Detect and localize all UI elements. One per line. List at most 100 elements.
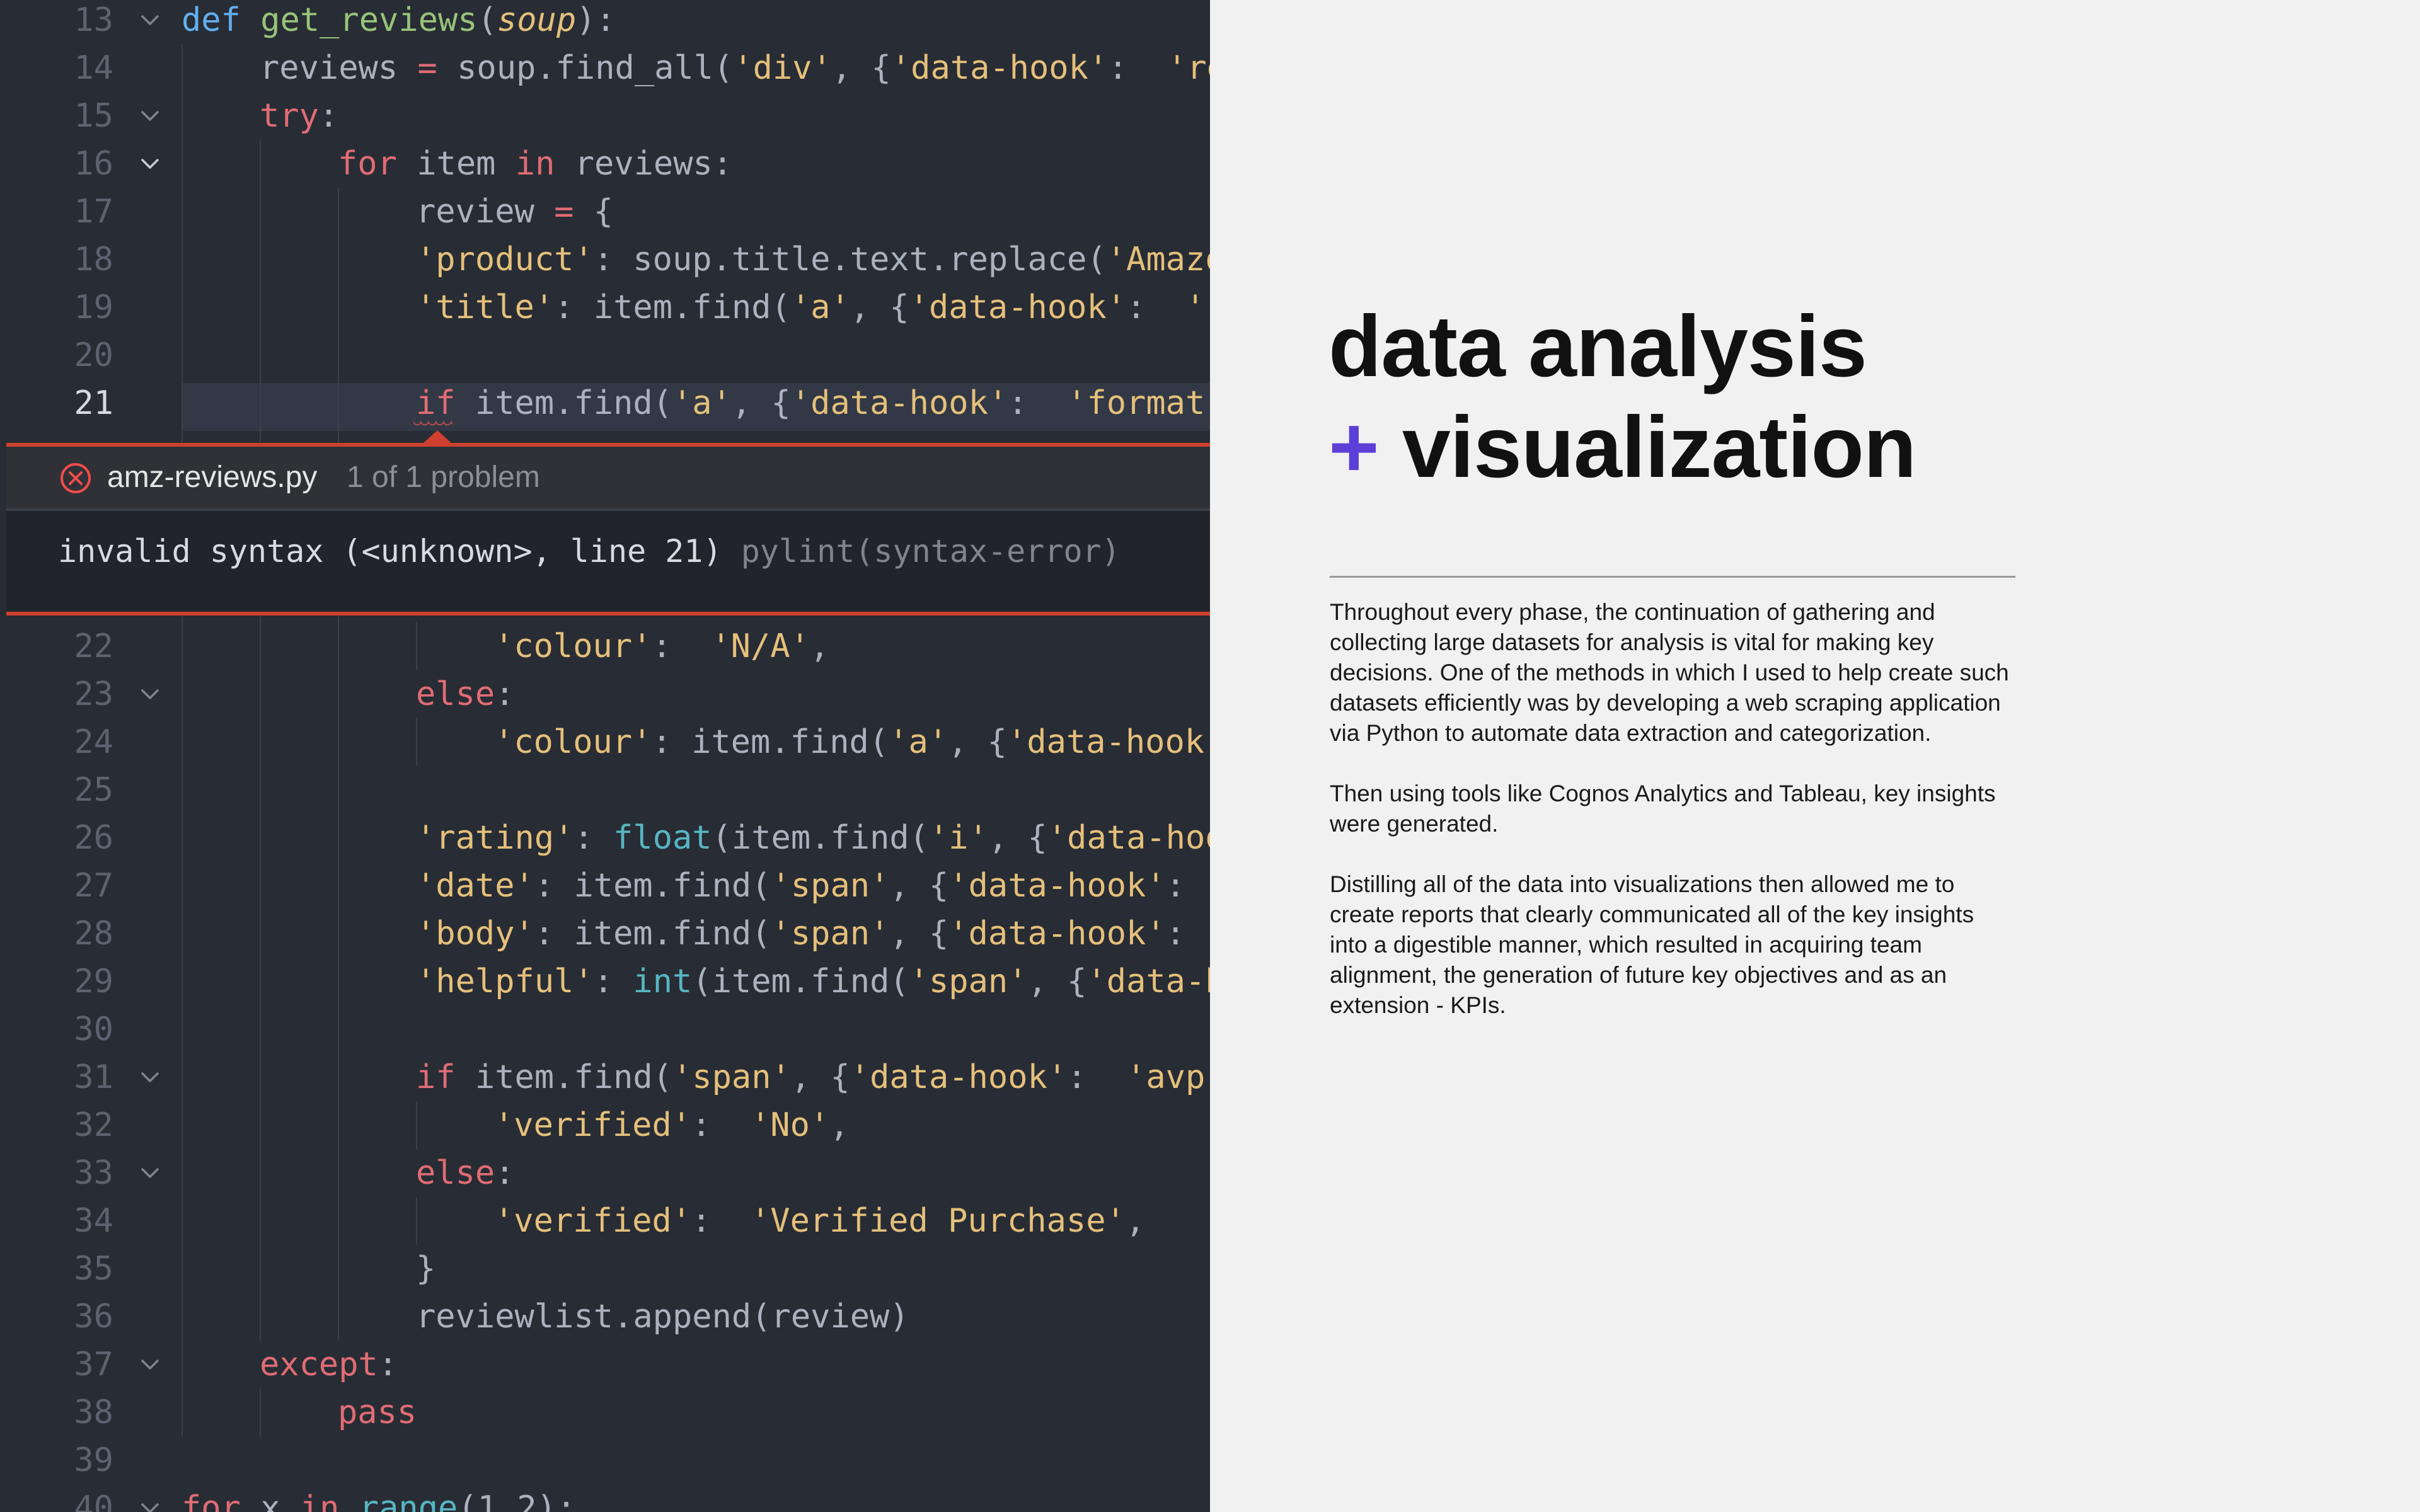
line-number: 30 <box>74 1011 113 1048</box>
chevron-down-icon[interactable] <box>137 151 163 176</box>
code-line[interactable]: 27 'date': item.find('span', {'data-hook'… <box>0 862 1210 910</box>
code-line[interactable]: 35} <box>0 1245 1210 1293</box>
chevron-down-icon[interactable] <box>137 1496 163 1512</box>
line-number: 21 <box>74 384 113 422</box>
code-line[interactable]: 17 review = { <box>0 188 1210 236</box>
code-text: 'title': item.find('a', {'data-hook': 'r… <box>416 289 1210 326</box>
line-number: 14 <box>74 49 113 87</box>
paragraph-1: Throughout every phase, the continuation… <box>1330 599 2009 746</box>
peek-header: amz-reviews.py 1 of 1 problem <box>6 447 1210 511</box>
code-line[interactable]: 24 'colour': item.find('a', {'data-hook' <box>0 718 1210 766</box>
code-text: for x in range(1,2): <box>182 1489 577 1512</box>
paragraph-2: Then using tools like Cognos Analytics a… <box>1330 781 1996 837</box>
line-number: 15 <box>74 97 113 135</box>
description-panel: data analysis + visualization Throughout… <box>1210 0 2420 1512</box>
chevron-down-icon[interactable] <box>137 103 163 129</box>
line-number: 35 <box>74 1250 113 1288</box>
code-text: } <box>416 1250 436 1288</box>
code-line[interactable]: 40 for x in range(1,2): <box>0 1484 1210 1512</box>
code-line[interactable]: 36 reviewlist.append(review) <box>0 1293 1210 1341</box>
chevron-down-icon[interactable] <box>137 1065 163 1090</box>
chevron-down-icon[interactable] <box>137 682 163 707</box>
code-line[interactable]: 32 'verified': 'No', <box>0 1101 1210 1149</box>
paragraph-3: Distilling all of the data into visualiz… <box>1330 871 1974 1018</box>
page-title: data analysis + visualization <box>1328 296 2148 498</box>
code-line[interactable]: 16 for item in reviews: <box>0 140 1210 188</box>
divider <box>1330 576 2015 578</box>
code-line[interactable]: 38 pass <box>0 1389 1210 1436</box>
title-line-2-text: visualization <box>1402 399 1916 496</box>
plus-icon: + <box>1328 399 1380 496</box>
code-text: 'body': item.find('span', {'data-hook': … <box>416 915 1185 953</box>
line-number: 17 <box>74 193 113 231</box>
problem-count: 1 of 1 problem <box>347 461 540 494</box>
chevron-down-icon[interactable] <box>137 1160 163 1186</box>
peek-arrow-icon <box>424 430 451 443</box>
line-number: 39 <box>74 1441 113 1479</box>
body-text: Throughout every phase, the continuation… <box>1330 597 2017 1051</box>
line-number: 31 <box>74 1058 113 1096</box>
line-number: 13 <box>74 1 113 39</box>
code-text: for item in reviews: <box>338 145 733 183</box>
code-line[interactable]: 26 'rating': float(item.find('i', {'data-… <box>0 814 1210 862</box>
code-line[interactable]: 21 if item.find('a', {'data-hook': 'forma… <box>0 379 1210 427</box>
code-text: pass <box>338 1394 417 1431</box>
code-line[interactable]: 37 except: <box>0 1341 1210 1389</box>
code-line[interactable]: 13 def get_reviews(soup): <box>0 0 1210 44</box>
code-line[interactable]: 25 <box>0 766 1210 814</box>
code-text: reviewlist.append(review) <box>416 1298 909 1336</box>
line-number: 25 <box>74 771 113 809</box>
code-text: except: <box>260 1346 398 1383</box>
line-number: 16 <box>74 145 113 183</box>
code-line[interactable]: 30 <box>0 1005 1210 1053</box>
code-text: if item.find('a', {'data-hook': 'format-… <box>416 384 1210 422</box>
code-line[interactable]: 19 'title': item.find('a', {'data-hook': … <box>0 284 1210 331</box>
code-line[interactable]: 18 'product': soup.title.text.replace('Am… <box>0 236 1210 284</box>
line-number: 20 <box>74 336 113 374</box>
code-text: else: <box>416 1154 515 1192</box>
code-text: else: <box>416 675 515 713</box>
chevron-down-icon[interactable] <box>137 1352 163 1377</box>
code-text: 'verified': 'Verified Purchase', <box>494 1202 1146 1240</box>
code-line[interactable]: 14 reviews = soup.find_all('div', {'data-… <box>0 44 1210 92</box>
line-number: 28 <box>74 915 113 953</box>
code-text: try: <box>260 97 339 135</box>
line-number: 29 <box>74 963 113 1000</box>
code-editor[interactable]: 13 def get_reviews(soup): 14 reviews = soup… <box>0 0 1210 1512</box>
code-text: if item.find('span', {'data-hook': 'avp-… <box>416 1058 1210 1096</box>
code-line[interactable]: 31 if item.find('span', {'data-hook': 'av… <box>0 1053 1210 1101</box>
line-number: 23 <box>74 675 113 713</box>
code-text: def get_reviews(soup): <box>182 1 616 39</box>
code-line[interactable]: 29 'helpful': int(item.find('span', {'dat… <box>0 958 1210 1005</box>
line-number: 33 <box>74 1154 113 1192</box>
code-line[interactable]: 23 else: <box>0 670 1210 718</box>
code-line[interactable]: 20 <box>0 331 1210 379</box>
line-number: 32 <box>74 1106 113 1144</box>
line-number: 40 <box>74 1489 113 1512</box>
code-text: 'colour': item.find('a', {'data-hook' <box>494 723 1210 761</box>
line-number: 38 <box>74 1394 113 1431</box>
problem-source: pylint(syntax-error) <box>740 533 1121 570</box>
code-text: 'product': soup.title.text.replace('Amaz… <box>416 241 1210 278</box>
code-text: 'colour': 'N/A', <box>494 627 830 665</box>
code-line[interactable]: 15 try: <box>0 92 1210 140</box>
code-line[interactable]: 28 'body': item.find('span', {'data-hook'… <box>0 910 1210 958</box>
code-line[interactable]: 22 'colour': 'N/A', <box>0 622 1210 670</box>
title-line-1: data analysis <box>1328 298 1867 395</box>
code-text: 'date': item.find('span', {'data-hook': … <box>416 867 1185 905</box>
code-line[interactable]: 34 'verified': 'Verified Purchase', <box>0 1197 1210 1245</box>
line-number: 27 <box>74 867 113 905</box>
error-circle-icon <box>59 462 92 495</box>
line-number: 26 <box>74 819 113 857</box>
code-text: 'rating': float(item.find('i', {'data-ho… <box>416 819 1210 857</box>
line-number: 19 <box>74 289 113 326</box>
code-text: reviews = soup.find_all('div', {'data-ho… <box>260 49 1210 87</box>
code-line[interactable]: 33 else: <box>0 1149 1210 1197</box>
chevron-down-icon[interactable] <box>137 8 163 33</box>
line-number: 37 <box>74 1346 113 1383</box>
error-squiggle <box>413 421 452 427</box>
problem-file-name[interactable]: amz-reviews.py <box>107 447 317 508</box>
line-number: 18 <box>74 241 113 278</box>
code-line[interactable]: 39 <box>0 1436 1210 1484</box>
code-text: review = { <box>416 193 614 231</box>
